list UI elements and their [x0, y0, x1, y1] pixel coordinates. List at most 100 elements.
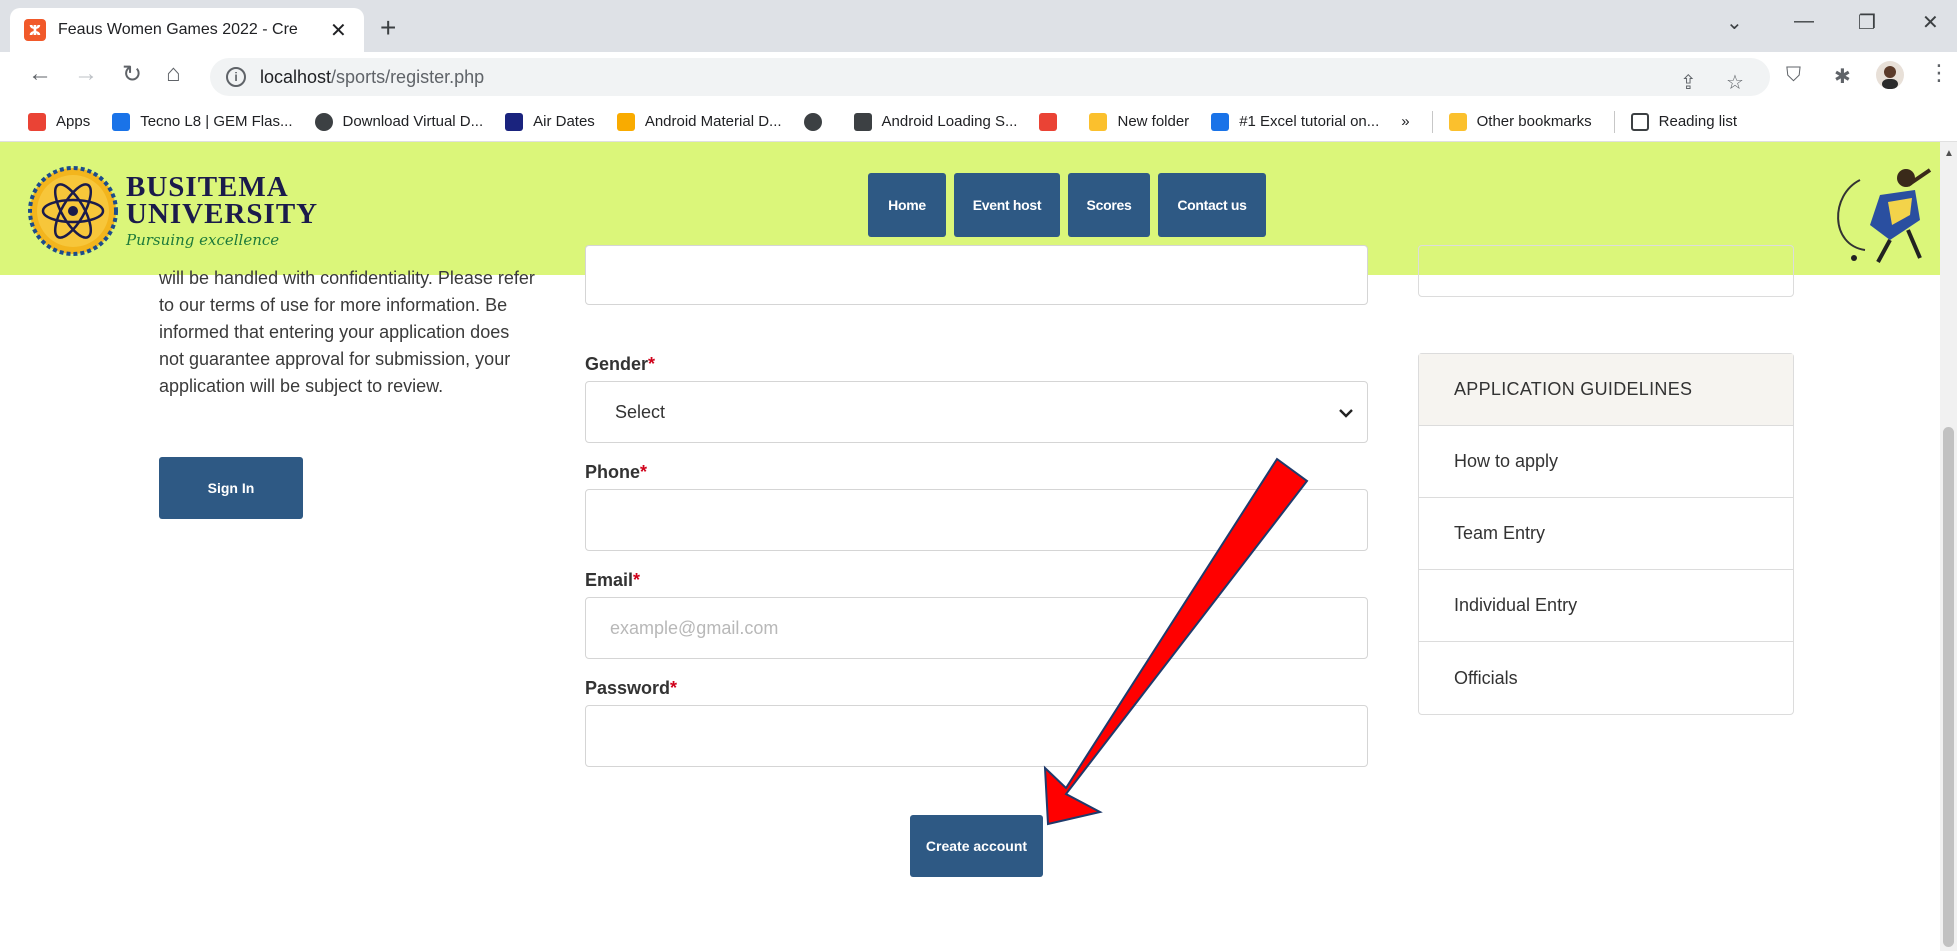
shield-extension-icon[interactable]: ⛉: [1786, 64, 1801, 87]
main-nav: Home Event host Scores Contact us: [868, 173, 1274, 237]
page-scrollbar[interactable]: ▲: [1940, 142, 1957, 951]
chevron-down-icon[interactable]: ⌄: [1726, 10, 1743, 35]
other-bookmarks-button[interactable]: Other bookmarks: [1448, 112, 1592, 131]
share-icon[interactable]: ⇪: [1680, 70, 1697, 95]
info-icon[interactable]: i: [226, 67, 246, 87]
restore-icon[interactable]: ❐: [1858, 10, 1876, 35]
url-host: localhost: [260, 66, 332, 87]
scroll-up-icon[interactable]: ▲: [1944, 148, 1954, 159]
material-icon: [616, 112, 635, 131]
reload-icon[interactable]: ↻: [122, 60, 142, 89]
scrollbar-thumb[interactable]: [1943, 427, 1954, 947]
bookmark-item[interactable]: Android Material D...: [616, 112, 782, 131]
guideline-link-individual-entry[interactable]: Individual Entry: [1419, 570, 1793, 642]
apps-grid-icon: [28, 112, 46, 131]
bookmark-item[interactable]: Android Loading S...: [853, 112, 1018, 131]
guideline-link-how-to-apply[interactable]: How to apply: [1419, 426, 1793, 498]
bookmark-label: Android Loading S...: [881, 113, 1018, 130]
reading-list-button[interactable]: Reading list: [1630, 112, 1738, 131]
puzzle-icon[interactable]: ✱: [1834, 64, 1851, 89]
xampp-icon: ⵣ: [24, 19, 46, 41]
phone-label: Phone*: [585, 462, 647, 483]
google-icon: [1039, 112, 1058, 131]
bookmarks-bar: Apps Tecno L8 | GEM Flas... Download Virtu…: [0, 102, 1957, 142]
atom-logo-icon: [28, 166, 118, 256]
close-icon[interactable]: ✕: [330, 18, 347, 43]
password-input[interactable]: [585, 705, 1368, 767]
tab-title: Feaus Women Games 2022 - Cre: [58, 21, 298, 38]
required-mark: *: [640, 462, 648, 482]
bookmark-item[interactable]: [803, 112, 832, 131]
bookmark-item[interactable]: Tecno L8 | GEM Flas...: [112, 112, 293, 131]
kebab-menu-icon[interactable]: ⋮: [1928, 60, 1950, 86]
bookmark-label: Air Dates: [533, 113, 595, 130]
url-path: /sports/register.php: [331, 66, 485, 87]
sidebar-top-box: [1418, 245, 1794, 297]
bookmark-item[interactable]: Download Virtual D...: [314, 112, 484, 131]
gem-icon: [112, 112, 131, 131]
forward-arrow-icon[interactable]: →: [74, 60, 98, 88]
folder-icon: [1089, 112, 1108, 131]
back-arrow-icon[interactable]: ←: [28, 60, 52, 88]
bookmark-separator: [1613, 110, 1615, 133]
star-icon[interactable]: ☆: [1726, 70, 1744, 95]
globe-icon: [314, 112, 333, 131]
password-label: Password*: [585, 678, 677, 699]
bookmark-item[interactable]: #1 Excel tutorial on...: [1211, 112, 1379, 131]
bookmark-label: Tecno L8 | GEM Flas...: [140, 113, 293, 130]
other-bookmarks-label: Other bookmarks: [1476, 113, 1592, 130]
required-mark: *: [648, 354, 656, 374]
nav-contact-us-button[interactable]: Contact us: [1158, 173, 1266, 237]
gender-select-value: Select: [615, 401, 666, 422]
tv-icon: [505, 112, 524, 131]
gender-select[interactable]: Select: [585, 381, 1368, 443]
previous-field-input[interactable]: [585, 245, 1368, 305]
required-mark: *: [670, 678, 678, 698]
required-mark: *: [633, 570, 641, 590]
bookmark-item[interactable]: Air Dates: [505, 112, 595, 131]
address-bar[interactable]: i localhost/sports/register.php ⇪ ☆: [210, 58, 1770, 96]
bookmark-label: Download Virtual D...: [342, 113, 484, 130]
avatar[interactable]: [1876, 61, 1904, 96]
email-label: Email*: [585, 570, 640, 591]
nav-scores-button[interactable]: Scores: [1068, 173, 1150, 237]
bookmark-label: New folder: [1117, 113, 1190, 130]
phone-label-text: Phone: [585, 462, 641, 482]
new-tab-button[interactable]: +: [380, 12, 396, 44]
bookmark-item[interactable]: Apps: [28, 112, 91, 131]
create-account-button[interactable]: Create account: [910, 815, 1043, 877]
gender-label: Gender*: [585, 354, 655, 375]
bookmark-label: Apps: [56, 113, 91, 130]
more-bookmarks-button[interactable]: »: [1401, 113, 1409, 130]
window-close-icon[interactable]: ✕: [1922, 10, 1939, 35]
email-input[interactable]: example@gmail.com: [585, 597, 1368, 659]
logo-tagline: Pursuing excellence: [126, 230, 280, 249]
avatar-icon: [1876, 61, 1904, 89]
guideline-link-team-entry[interactable]: Team Entry: [1419, 498, 1793, 570]
minimize-icon[interactable]: —: [1794, 10, 1814, 33]
reading-list-icon: [1630, 112, 1649, 131]
bookmark-label: Android Material D...: [644, 113, 782, 130]
browser-tab-bar: ⵣ Feaus Women Games 2022 - Cre ✕ + ⌄ — ❐…: [0, 0, 1957, 52]
privacy-notice: will be handled with confidentiality. Pl…: [159, 268, 535, 396]
logo-line-1: BUSITEMA: [126, 170, 289, 203]
globe-icon: [803, 112, 822, 131]
sign-in-button[interactable]: Sign In: [159, 457, 303, 519]
feasu-mascot-icon: [1837, 168, 1932, 263]
browser-toolbar: ← → ↻ ⌂ i localhost/sports/register.php …: [0, 52, 1957, 102]
browser-tab-active[interactable]: ⵣ Feaus Women Games 2022 - Cre ✕: [10, 8, 364, 52]
home-icon[interactable]: ⌂: [166, 60, 181, 88]
nav-event-host-button[interactable]: Event host: [954, 173, 1060, 237]
bookmark-item[interactable]: [1039, 112, 1067, 131]
diamond-icon: [853, 112, 872, 131]
guidelines-title: APPLICATION GUIDELINES: [1419, 354, 1793, 426]
nav-home-button[interactable]: Home: [868, 173, 946, 237]
chevron-down-icon: [1339, 402, 1353, 423]
phone-input[interactable]: [585, 489, 1368, 551]
excel-icon: [1211, 112, 1230, 131]
email-placeholder: example@gmail.com: [610, 617, 779, 638]
university-logo[interactable]: BUSITEMA UNIVERSITY Pursuing excellence: [28, 166, 318, 256]
bookmark-item[interactable]: New folder: [1089, 112, 1190, 131]
guideline-link-officials[interactable]: Officials: [1419, 642, 1793, 714]
reading-list-label: Reading list: [1658, 113, 1738, 130]
